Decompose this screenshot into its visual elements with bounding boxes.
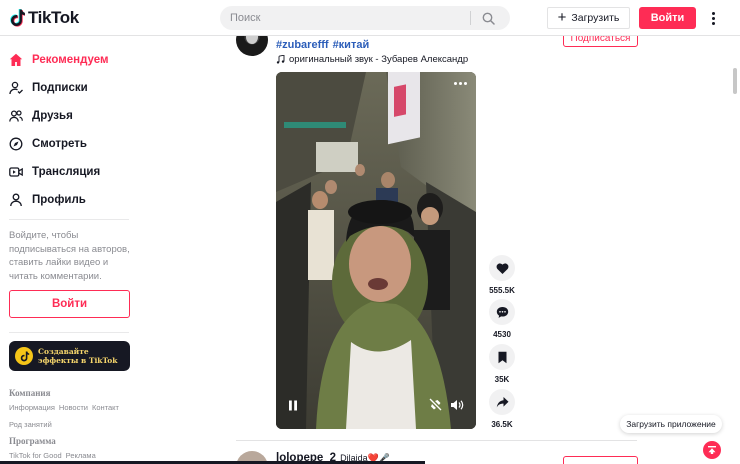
avatar[interactable] [236, 36, 268, 56]
login-note: Войдите, чтобы подписываться на авторов,… [9, 230, 130, 282]
follow-button[interactable]: Подписаться [563, 36, 638, 47]
like-count: 555.5K [489, 286, 515, 295]
sidebar-item-live[interactable]: Трансляция [9, 161, 100, 183]
sidebar-item-label: Друзья [32, 110, 73, 122]
live-icon [9, 167, 23, 177]
save-count: 35K [494, 375, 510, 384]
footer-company-heading: Компания [9, 388, 51, 398]
explore-icon [9, 137, 23, 151]
sidebar: Рекомендуем Подписки Друзья Смотреть Тра… [0, 36, 138, 464]
scrollbar[interactable] [730, 36, 740, 464]
sidebar-item-recommended[interactable]: Рекомендуем [9, 49, 109, 71]
video-frame [276, 72, 476, 429]
video-player[interactable] [276, 72, 476, 429]
search-divider [470, 11, 471, 25]
search-input[interactable] [220, 12, 470, 24]
follow-button[interactable] [563, 456, 638, 464]
footer-program-links: TikTok for Good Реклама [9, 451, 134, 460]
sidebar-item-label: Подписки [32, 82, 88, 94]
comment-icon [496, 306, 508, 318]
upload-button[interactable]: + Загрузить [547, 7, 630, 29]
like-button[interactable] [489, 255, 515, 281]
divider [9, 219, 129, 220]
floating-player-icon [429, 398, 442, 411]
search-bar [220, 6, 510, 30]
home-icon [9, 53, 23, 66]
friends-icon [9, 110, 23, 122]
share-count: 36.5K [491, 420, 513, 429]
logo-text: TikTok [28, 8, 79, 27]
scrollbar-thumb[interactable] [733, 68, 737, 94]
post-hashtags: #zubarefff #китай [276, 39, 369, 51]
create-effects-banner[interactable]: Создавайте эффекты в TikTok [9, 341, 130, 371]
volume-icon [451, 400, 464, 410]
sidebar-item-explore[interactable]: Смотреть [9, 133, 87, 155]
sidebar-item-label: Рекомендуем [32, 54, 109, 66]
sidebar-item-following[interactable]: Подписки [9, 77, 88, 99]
hashtag-link[interactable]: #zubarefff [276, 39, 329, 51]
comment-action: 4530 [487, 299, 517, 339]
divider [9, 332, 129, 333]
share-action: 36.5K [487, 389, 517, 429]
footer-program-heading: Программа [9, 436, 56, 446]
sidebar-item-label: Смотреть [32, 138, 88, 150]
comment-count: 4530 [493, 330, 511, 339]
effects-label: Создавайте эффекты в TikTok [38, 346, 118, 366]
tiktok-logo[interactable]: TikTok [9, 8, 79, 28]
video-feed: #zubarefff #китай оригинальный звук - Зу… [138, 36, 740, 464]
hashtag-link[interactable]: #китай [333, 39, 370, 51]
search-icon [482, 12, 495, 25]
post-sound[interactable]: оригинальный звук - Зубарев Александр [276, 54, 468, 65]
share-icon [496, 396, 508, 407]
footer-link[interactable]: Род занятий [9, 420, 52, 429]
sidebar-login-button[interactable]: Войти [9, 290, 130, 318]
footer-link[interactable]: Информация [9, 403, 55, 412]
pause-button[interactable] [288, 400, 298, 411]
footer-link[interactable]: Контакт [92, 403, 119, 412]
scroll-to-top-button[interactable] [703, 441, 721, 459]
effect-house-icon [15, 347, 33, 365]
sidebar-item-label: Трансляция [32, 166, 101, 178]
share-button[interactable] [489, 389, 515, 415]
sidebar-item-profile[interactable]: Профиль [9, 189, 86, 211]
login-button[interactable]: Войти [639, 7, 696, 29]
pause-icon [289, 400, 297, 411]
sidebar-item-label: Профиль [32, 194, 86, 206]
profile-icon [10, 193, 22, 207]
top-bar: TikTok + Загрузить Войти [0, 0, 740, 36]
footer-link[interactable]: Новости [59, 403, 88, 412]
footer-company-links: Информация Новости Контакт Род занятий [9, 403, 134, 429]
footer-link[interactable]: Реклама [66, 451, 96, 460]
search-button[interactable] [479, 9, 497, 27]
get-app-button[interactable]: Загрузить приложение [620, 415, 722, 433]
more-options-icon[interactable] [707, 9, 719, 27]
save-button[interactable] [489, 344, 515, 370]
floating-player-button[interactable] [429, 398, 442, 411]
music-note-icon [276, 55, 285, 64]
tiktok-logo-icon [10, 9, 25, 27]
sidebar-item-friends[interactable]: Друзья [9, 105, 73, 127]
heart-icon [496, 262, 508, 274]
sound-label: оригинальный звук - Зубарев Александр [289, 54, 469, 65]
video-more-icon[interactable] [454, 82, 467, 85]
like-action: 555.5K [487, 255, 517, 295]
save-action: 35K [487, 344, 517, 384]
bookmark-icon [498, 351, 506, 363]
post-divider [236, 440, 637, 441]
footer-link[interactable]: TikTok for Good [9, 451, 62, 460]
arrow-up-icon [708, 446, 716, 454]
volume-button[interactable] [450, 399, 464, 411]
plus-icon: + [557, 8, 567, 26]
upload-label: Загрузить [571, 12, 620, 24]
following-icon [9, 81, 23, 95]
comment-button[interactable] [489, 299, 515, 325]
